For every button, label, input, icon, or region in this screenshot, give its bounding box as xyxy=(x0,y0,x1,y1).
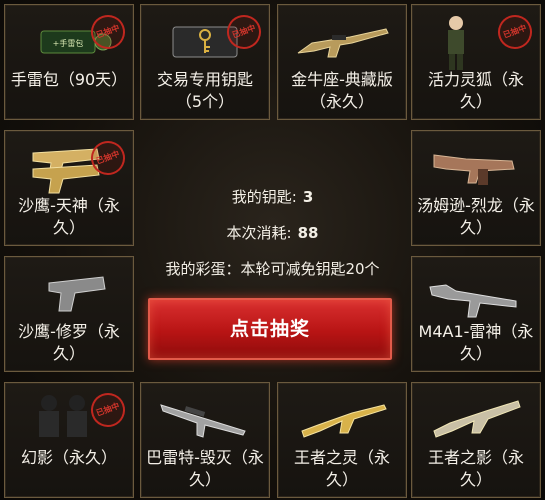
prize-label: 交易专用钥匙（5个） xyxy=(156,70,253,111)
prize-cell[interactable]: 已抽中 沙鹰-天神（永久） xyxy=(4,130,134,246)
pistol-icon xyxy=(48,276,106,312)
keys-value: 3 xyxy=(302,188,314,206)
prize-label: 沙鹰-修罗（永久） xyxy=(18,322,120,363)
prize-label: 沙鹰-天神（永久） xyxy=(18,196,120,237)
prize-label: 金牛座-典藏版（永久） xyxy=(291,70,393,111)
prize-cell[interactable]: 王者之影（永久） xyxy=(411,382,541,498)
prize-cell[interactable]: 王者之灵（永久） xyxy=(277,382,407,498)
draw-panel: 我的钥匙: 3 本次消耗: 88 我的彩蛋：本轮可减免钥匙20个 点击抽奖 xyxy=(140,130,405,370)
prize-cell[interactable]: 金牛座-典藏版（永久） xyxy=(277,4,407,120)
sniper-icon xyxy=(160,404,246,438)
prize-label: M4A1-雷神（永久） xyxy=(418,322,534,363)
cost-label: 本次消耗: xyxy=(226,224,292,242)
rifle-icon xyxy=(301,404,387,438)
smg-icon xyxy=(433,154,515,185)
prize-cell[interactable]: 沙鹰-修罗（永久） xyxy=(4,256,134,372)
cost-value: 88 xyxy=(297,224,319,242)
prize-label: 汤姆逊-烈龙（永久） xyxy=(417,196,535,237)
easter-egg-text: 我的彩蛋：本轮可减免钥匙20个 xyxy=(165,260,380,278)
svg-text:+手雷包: +手雷包 xyxy=(53,38,84,48)
prize-cell[interactable]: 巴雷特-毁灭（永久） xyxy=(140,382,270,498)
rifle-icon xyxy=(433,400,521,438)
prize-cell[interactable]: 已抽中 活力灵狐（永久） xyxy=(411,4,541,120)
lottery-board: +手雷包 已抽中 手雷包（90天） 已抽中 交易专用钥匙（5个） 金牛座-典藏版… xyxy=(0,0,545,500)
cost-row: 本次消耗: 88 xyxy=(140,222,405,243)
prize-cell[interactable]: 汤姆逊-烈龙（永久） xyxy=(411,130,541,246)
prize-cell[interactable]: +手雷包 已抽中 手雷包（90天） xyxy=(4,4,134,120)
prize-label: 王者之影（永久） xyxy=(427,448,524,489)
prize-cell[interactable]: 已抽中 幻影（永久） xyxy=(4,382,134,498)
prize-label: 手雷包（90天） xyxy=(10,70,128,89)
prize-cell[interactable]: 已抽中 交易专用钥匙（5个） xyxy=(140,4,270,120)
prize-cell[interactable]: M4A1-雷神（永久） xyxy=(411,256,541,372)
prize-label: 活力灵狐（永久） xyxy=(427,70,524,111)
keys-label: 我的钥匙: xyxy=(231,188,297,206)
draw-button[interactable]: 点击抽奖 xyxy=(148,298,392,360)
keys-row: 我的钥匙: 3 xyxy=(140,186,405,207)
prize-label: 王者之灵（永久） xyxy=(293,448,390,489)
prize-label: 巴雷特-毁灭（永久） xyxy=(146,448,264,489)
rifle-icon xyxy=(297,28,389,58)
prize-label: 幻影（永久） xyxy=(20,448,117,467)
rifle-icon xyxy=(429,284,517,318)
